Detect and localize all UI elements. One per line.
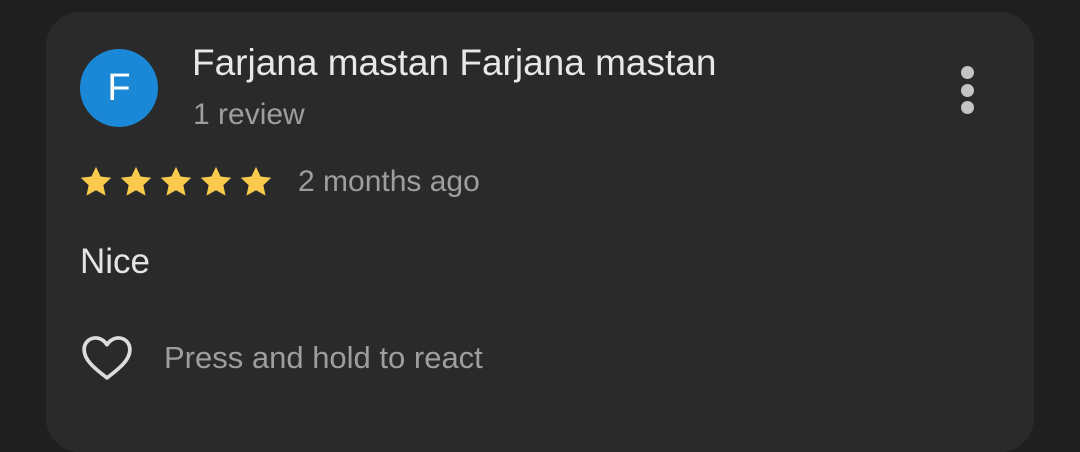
avatar-initial: F xyxy=(107,66,131,109)
review-count: 1 review xyxy=(193,98,305,131)
review-date: 2 months ago xyxy=(298,165,480,198)
more-vert-icon-dot xyxy=(960,83,974,97)
review-text: Nice xyxy=(80,242,151,281)
more-options-button[interactable] xyxy=(948,62,986,118)
react-label: Press and hold to react xyxy=(164,340,483,375)
star-icon xyxy=(200,166,232,196)
star-icon xyxy=(240,166,272,196)
star-rating xyxy=(78,164,274,200)
more-vert-icon-dot xyxy=(960,101,974,114)
more-vert-icon xyxy=(960,66,974,79)
star-icon xyxy=(160,166,192,196)
avatar[interactable]: F xyxy=(80,49,158,127)
star-icon xyxy=(80,166,112,196)
star-icon xyxy=(120,166,152,196)
react-button[interactable]: Press and hold to react xyxy=(78,330,483,386)
author-name[interactable]: Farjana mastan Farjana mastan xyxy=(192,42,716,84)
heart-outline-icon xyxy=(82,336,132,380)
rating-row: 2 months ago xyxy=(78,164,480,200)
